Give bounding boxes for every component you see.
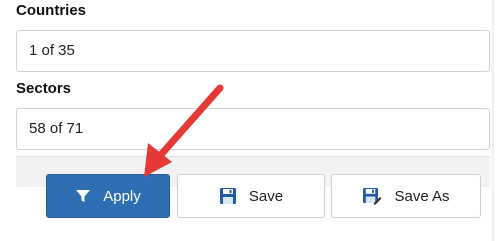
- save-button[interactable]: Save: [177, 174, 325, 218]
- filter-icon: [75, 188, 91, 204]
- floppy-disk-pencil-icon: [362, 187, 382, 205]
- sectors-select[interactable]: 58 of 71: [16, 108, 490, 150]
- save-button-label: Save: [248, 187, 284, 205]
- countries-select[interactable]: 1 of 35: [16, 30, 490, 72]
- save-as-button[interactable]: Save As: [331, 174, 481, 218]
- sectors-label: Sectors: [16, 80, 72, 97]
- panel-shadow-edge: [490, 0, 494, 241]
- apply-button[interactable]: Apply: [46, 174, 170, 218]
- save-as-button-label: Save As: [394, 187, 450, 205]
- countries-label: Countries: [16, 2, 87, 19]
- floppy-disk-icon: [219, 187, 237, 205]
- apply-button-label: Apply: [103, 187, 141, 205]
